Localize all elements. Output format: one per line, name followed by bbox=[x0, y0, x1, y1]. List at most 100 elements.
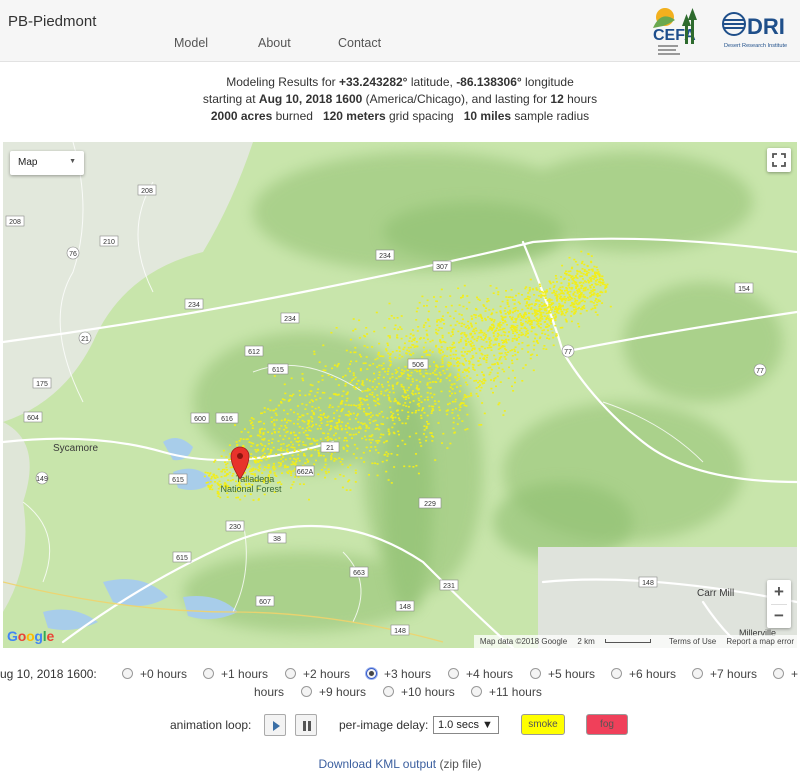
hour-option-2[interactable]: +2 hours bbox=[285, 667, 350, 681]
hour-option-1[interactable]: +1 hours bbox=[203, 667, 268, 681]
report-map-error-link[interactable]: Report a map error bbox=[726, 637, 794, 646]
svg-text:21: 21 bbox=[81, 336, 89, 343]
nav-model[interactable]: Model bbox=[174, 36, 208, 50]
hour-option-4[interactable]: +4 hours bbox=[448, 667, 513, 681]
route-shield: 607 bbox=[255, 595, 275, 607]
brand-title[interactable]: PB-Piedmont bbox=[8, 13, 96, 30]
svg-text:21: 21 bbox=[326, 445, 334, 452]
svg-text:77: 77 bbox=[756, 368, 764, 375]
radio-button-selected[interactable] bbox=[366, 668, 377, 679]
map-attribution-bar: Map data ©2018 Google 2 km Terms of Use … bbox=[473, 635, 797, 648]
svg-text:615: 615 bbox=[172, 477, 184, 484]
radio-button[interactable] bbox=[122, 668, 133, 679]
route-shield: 175 bbox=[32, 377, 52, 389]
zoom-in-button[interactable]: + bbox=[767, 580, 791, 604]
terms-of-use-link[interactable]: Terms of Use bbox=[669, 637, 716, 646]
route-shield: 234 bbox=[375, 249, 395, 261]
svg-text:148: 148 bbox=[394, 628, 406, 635]
route-shield: 234 bbox=[184, 298, 204, 310]
radio-button[interactable] bbox=[611, 668, 622, 679]
fullscreen-icon bbox=[772, 153, 786, 167]
pause-button[interactable] bbox=[295, 714, 317, 736]
legend-smoke: smoke bbox=[521, 714, 565, 735]
pause-icon bbox=[303, 721, 311, 731]
route-shield: 148 bbox=[390, 624, 410, 636]
route-shield: 506 bbox=[407, 358, 429, 370]
svg-text:231: 231 bbox=[443, 583, 455, 590]
play-button[interactable] bbox=[264, 714, 286, 736]
hour-option-3[interactable]: +3 hours bbox=[366, 667, 431, 681]
hour-option-9[interactable]: +9 hours bbox=[301, 685, 366, 699]
dri-logo-subtext: Desert Research Institute bbox=[724, 43, 787, 49]
hour-option-11[interactable]: +11 hours bbox=[471, 685, 542, 699]
map-type-selector[interactable]: Map ▼ bbox=[10, 151, 84, 175]
radio-button[interactable] bbox=[471, 686, 482, 697]
route-shield: 616 bbox=[215, 412, 239, 424]
route-shield: 148 bbox=[395, 600, 415, 612]
svg-text:208: 208 bbox=[141, 188, 153, 195]
route-shield: 600 bbox=[190, 412, 210, 424]
start-time-value: Aug 10, 2018 1600 bbox=[258, 92, 363, 106]
radio-button[interactable] bbox=[203, 668, 214, 679]
legend-fog: fog bbox=[586, 714, 628, 735]
radio-button[interactable] bbox=[285, 668, 296, 679]
svg-text:76: 76 bbox=[69, 251, 77, 258]
route-shield: 77 bbox=[753, 363, 767, 377]
route-shield: 615 bbox=[267, 363, 289, 375]
svg-text:600: 600 bbox=[194, 416, 206, 423]
svg-text:148: 148 bbox=[642, 580, 654, 587]
delay-select[interactable]: 1.0 secs ▼ bbox=[433, 716, 499, 734]
route-shield: 663 bbox=[349, 566, 369, 578]
download-kml-link[interactable]: Download KML output bbox=[319, 757, 437, 771]
radio-button[interactable] bbox=[773, 668, 784, 679]
svg-text:506: 506 bbox=[412, 362, 424, 369]
fullscreen-button[interactable] bbox=[767, 148, 791, 172]
grid-value: 120 meters bbox=[322, 109, 386, 123]
dispersion-map[interactable]: 208 208 210 76 234 307 154 234 234 21 61… bbox=[3, 142, 797, 648]
radio-button[interactable] bbox=[448, 668, 459, 679]
route-shield: 21 bbox=[78, 331, 92, 345]
radio-button[interactable] bbox=[692, 668, 703, 679]
svg-text:208: 208 bbox=[9, 219, 21, 226]
route-shield: 208 bbox=[137, 184, 157, 196]
cefa-logo-text: CEFA bbox=[653, 27, 696, 44]
svg-text:307: 307 bbox=[436, 264, 448, 271]
svg-text:210: 210 bbox=[103, 239, 115, 246]
route-shield: 229 bbox=[418, 497, 442, 509]
hour-option-0[interactable]: +0 hours bbox=[122, 667, 187, 681]
svg-text:234: 234 bbox=[284, 316, 296, 323]
zoom-out-button[interactable]: − bbox=[767, 604, 791, 628]
nav-contact[interactable]: Contact bbox=[338, 36, 381, 50]
latitude-value: +33.243282° bbox=[338, 75, 408, 89]
zoom-control: + − bbox=[767, 580, 791, 628]
longitude-value: -86.138306° bbox=[456, 75, 522, 89]
dri-logo: DRI Desert Research Institute bbox=[722, 12, 787, 49]
route-shield: 77 bbox=[561, 344, 575, 358]
hour-option-8[interactable]: + bbox=[773, 667, 798, 681]
svg-text:175: 175 bbox=[36, 381, 48, 388]
map-scale: 2 km bbox=[577, 637, 659, 646]
radio-button[interactable] bbox=[530, 668, 541, 679]
svg-text:148: 148 bbox=[399, 604, 411, 611]
hour-option-10[interactable]: +10 hours bbox=[383, 685, 455, 699]
svg-text:607: 607 bbox=[259, 599, 271, 606]
download-suffix: (zip file) bbox=[436, 757, 482, 771]
svg-text:663: 663 bbox=[353, 570, 365, 577]
animation-loop-label: animation loop: bbox=[170, 718, 252, 732]
hour-option-5[interactable]: +5 hours bbox=[530, 667, 595, 681]
route-shield: 148 bbox=[638, 576, 658, 588]
hour-option-8-wrap[interactable]: hours bbox=[254, 685, 284, 699]
svg-text:615: 615 bbox=[272, 367, 284, 374]
google-logo: Google bbox=[7, 628, 55, 644]
play-icon bbox=[273, 721, 280, 731]
radio-button[interactable] bbox=[301, 686, 312, 697]
summary-line-2: starting at Aug 10, 2018 1600 (America/C… bbox=[202, 92, 598, 106]
nav-about[interactable]: About bbox=[258, 36, 291, 50]
hour-option-6[interactable]: +6 hours bbox=[611, 667, 676, 681]
place-forest-line2: National Forest bbox=[220, 484, 282, 494]
svg-text:234: 234 bbox=[379, 253, 391, 260]
hour-option-7[interactable]: +7 hours bbox=[692, 667, 757, 681]
place-sycamore: Sycamore bbox=[53, 443, 98, 454]
radio-button[interactable] bbox=[383, 686, 394, 697]
svg-text:149: 149 bbox=[36, 476, 48, 483]
